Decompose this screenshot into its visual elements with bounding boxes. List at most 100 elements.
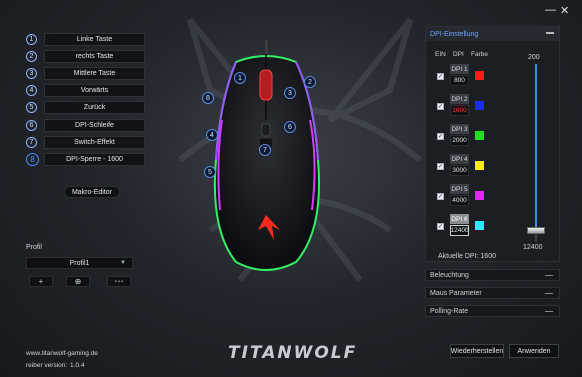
dpi-value-input[interactable]: 12400 bbox=[450, 225, 469, 236]
dpi-enable-checkbox[interactable]: ✓ bbox=[437, 73, 444, 80]
assign-button-8[interactable]: DPI-Sperre - 1600 bbox=[44, 153, 145, 166]
dpi-row-4: ✓ DPI 4 3000 bbox=[426, 154, 516, 180]
dpi-value-input[interactable]: 800 bbox=[450, 75, 469, 86]
brand-logo: TITANWOLF bbox=[228, 343, 358, 363]
button-row-6: 6 DPI-Schleife bbox=[26, 119, 145, 132]
expand-icon bbox=[545, 311, 553, 312]
dpi-level-name: DPI 4 bbox=[450, 154, 469, 164]
dpi-enable-checkbox[interactable]: ✓ bbox=[437, 193, 444, 200]
column-header-enable: EIN bbox=[435, 51, 446, 58]
dpi-color-swatch[interactable] bbox=[475, 101, 484, 110]
mouse-callout-6[interactable]: 6 bbox=[284, 121, 296, 133]
collapse-icon[interactable] bbox=[546, 32, 554, 34]
profile-settings-button[interactable]: ⊕ bbox=[66, 276, 90, 287]
button-row-4: 4 Vorwärts bbox=[26, 84, 145, 97]
assign-button-6[interactable]: DPI-Schleife bbox=[44, 119, 145, 132]
dpi-settings-panel: DPI-Einstellung EIN DPI Farbe ✓ DPI 1 80… bbox=[425, 26, 560, 262]
assign-button-3[interactable]: Mittlere Taste bbox=[44, 67, 145, 80]
button-number-badge: 4 bbox=[26, 85, 37, 96]
dpi-enable-checkbox[interactable]: ✓ bbox=[437, 133, 444, 140]
makro-editor-button[interactable]: Makro-Editor bbox=[64, 186, 120, 198]
current-dpi-label: Aktuelle DPI: 1600 bbox=[438, 253, 496, 260]
dpi-panel-title: DPI-Einstellung bbox=[430, 30, 479, 38]
dpi-level-name: DPI 6 bbox=[450, 214, 469, 224]
profile-label: Profil bbox=[26, 244, 42, 251]
dpi-level-name: DPI 1 bbox=[450, 64, 469, 74]
button-number-badge: 7 bbox=[26, 137, 37, 148]
profile-more-button[interactable]: • • • bbox=[107, 276, 131, 287]
dpi-level-name: DPI 2 bbox=[450, 94, 469, 104]
button-number-badge: 5 bbox=[26, 102, 37, 113]
minimize-button[interactable]: — bbox=[545, 4, 556, 16]
version-value: 1.0.4 bbox=[70, 362, 85, 369]
expand-icon bbox=[545, 293, 553, 294]
dpi-panel-header: DPI-Einstellung bbox=[426, 27, 559, 41]
dpi-value-input[interactable]: 4000 bbox=[450, 195, 469, 206]
dpi-enable-checkbox[interactable]: ✓ bbox=[437, 223, 444, 230]
dpi-level-name: DPI 5 bbox=[450, 184, 469, 194]
assign-button-7[interactable]: Switch-Effekt bbox=[44, 136, 145, 149]
mouse-callout-5[interactable]: 5 bbox=[204, 166, 216, 178]
button-row-2: 2 rechts Taste bbox=[26, 50, 145, 63]
version-label: reiber version: bbox=[26, 362, 68, 369]
dpi-row-2: ✓ DPI 2 1600 bbox=[426, 94, 516, 120]
dpi-row-1: ✓ DPI 1 800 bbox=[426, 64, 516, 90]
dpi-enable-checkbox[interactable]: ✓ bbox=[437, 103, 444, 110]
dpi-color-swatch[interactable] bbox=[475, 131, 484, 140]
mouse-callout-1[interactable]: 1 bbox=[234, 72, 246, 84]
mouse-callout-8[interactable]: 8 bbox=[202, 92, 214, 104]
column-header-dpi: DPI bbox=[453, 51, 464, 58]
button-number-badge: 8 bbox=[26, 153, 39, 166]
dpi-color-swatch[interactable] bbox=[475, 221, 484, 230]
profile-selected-value: Profil1 bbox=[69, 259, 90, 267]
button-number-badge: 1 bbox=[26, 34, 37, 45]
button-number-badge: 2 bbox=[26, 51, 37, 62]
slider-value-label: 12400 bbox=[523, 244, 543, 251]
section-title: Polling-Rate bbox=[430, 307, 469, 315]
assign-button-2[interactable]: rechts Taste bbox=[44, 50, 145, 63]
dpi-row-5: ✓ DPI 5 4000 bbox=[426, 184, 516, 210]
section-title: Beleuchtung bbox=[430, 271, 469, 279]
assign-button-5[interactable]: Zurück bbox=[44, 101, 145, 114]
add-profile-button[interactable]: + bbox=[29, 276, 53, 287]
section-maus-parameter[interactable]: Maus Parameter bbox=[425, 287, 560, 299]
button-row-5: 5 Zurück bbox=[26, 101, 145, 114]
assign-button-4[interactable]: Vorwärts bbox=[44, 84, 145, 97]
dpi-enable-checkbox[interactable]: ✓ bbox=[437, 163, 444, 170]
mouse-callout-3[interactable]: 3 bbox=[284, 87, 296, 99]
section-title: Maus Parameter bbox=[430, 289, 482, 297]
dpi-level-name: DPI 3 bbox=[450, 124, 469, 134]
dpi-color-swatch[interactable] bbox=[475, 191, 484, 200]
mouse-callout-7[interactable]: 7 bbox=[259, 144, 271, 156]
button-row-8: 8 DPI-Sperre - 1600 bbox=[26, 153, 145, 166]
button-row-1: 1 Linke Taste bbox=[26, 33, 145, 46]
assign-button-1[interactable]: Linke Taste bbox=[44, 33, 145, 46]
column-header-color: Farbe bbox=[471, 51, 488, 58]
slider-max-label: 200 bbox=[528, 54, 540, 61]
website-link[interactable]: www.titanwolf-gaming.de bbox=[26, 350, 98, 357]
button-number-badge: 3 bbox=[26, 68, 37, 79]
mouse-image: 1 2 3 8 6 4 7 5 bbox=[196, 39, 336, 275]
mouse-illustration bbox=[213, 39, 321, 271]
dpi-row-6: ✓ DPI 6 12400 bbox=[426, 214, 516, 240]
dpi-color-swatch[interactable] bbox=[475, 71, 484, 80]
dpi-value-input[interactable]: 1600 bbox=[450, 105, 469, 116]
mouse-callout-2[interactable]: 2 bbox=[304, 76, 316, 88]
button-row-7: 7 Switch-Effekt bbox=[26, 136, 145, 149]
apply-button[interactable]: Anwenden bbox=[509, 344, 559, 358]
restore-button[interactable]: Wiederherstellen bbox=[450, 344, 504, 358]
section-polling-rate[interactable]: Polling-Rate bbox=[425, 305, 560, 317]
dpi-slider-fill bbox=[535, 64, 537, 232]
dpi-value-input[interactable]: 2000 bbox=[450, 135, 469, 146]
profile-select[interactable]: Profil1 ▼ bbox=[26, 257, 133, 269]
close-button[interactable]: ✕ bbox=[560, 4, 569, 17]
mouse-callout-4[interactable]: 4 bbox=[206, 129, 218, 141]
section-beleuchtung[interactable]: Beleuchtung bbox=[425, 269, 560, 281]
chevron-down-icon: ▼ bbox=[120, 260, 126, 266]
dpi-value-input[interactable]: 3000 bbox=[450, 165, 469, 176]
dpi-row-3: ✓ DPI 3 2000 bbox=[426, 124, 516, 150]
button-row-3: 3 Mittlere Taste bbox=[26, 67, 145, 80]
dpi-slider-thumb[interactable] bbox=[527, 227, 545, 235]
button-number-badge: 6 bbox=[26, 120, 37, 131]
dpi-color-swatch[interactable] bbox=[475, 161, 484, 170]
